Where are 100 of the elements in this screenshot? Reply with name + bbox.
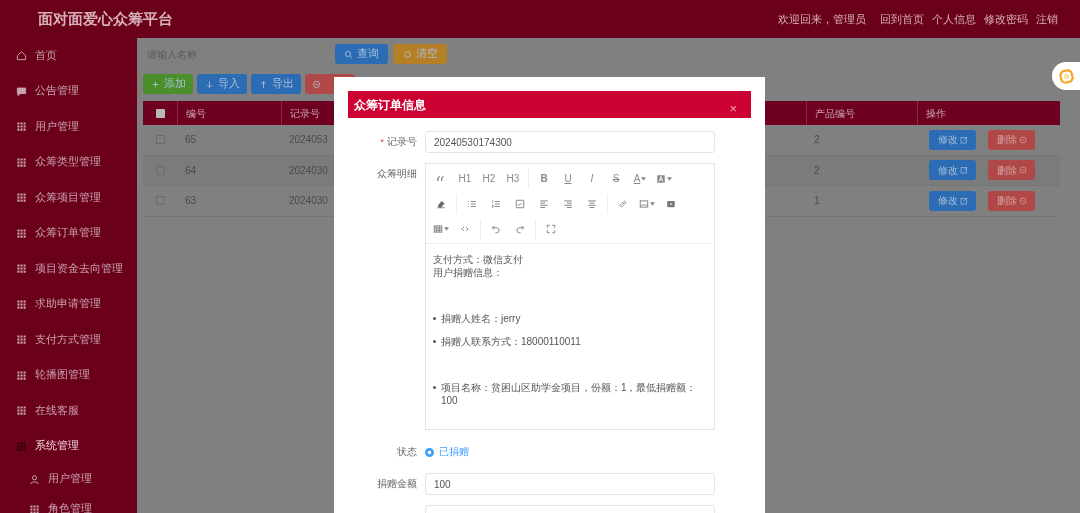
grid-icon — [16, 263, 27, 275]
list-item-text: 捐赠人姓名：jerry — [441, 312, 521, 325]
radio-option[interactable]: 已捐赠 — [425, 441, 469, 463]
add-button[interactable]: 添加 — [143, 74, 193, 94]
column-header: 记录号 — [290, 106, 320, 121]
bullet-icon — [433, 340, 436, 343]
floating-widget-button[interactable] — [1052, 62, 1080, 90]
user-icon — [29, 473, 40, 485]
minus-circle-icon — [1018, 166, 1027, 175]
caret-icon — [650, 201, 655, 206]
grid-icon — [16, 334, 27, 346]
edit-button[interactable]: 修改 — [929, 129, 976, 150]
list-item-text: 项目名称：贫困山区助学金项目，份额：1，最低捐赠额：100 — [440, 381, 698, 407]
quote-icon — [436, 173, 446, 184]
video-icon — [666, 198, 676, 209]
search-icon — [344, 49, 353, 59]
toolbar-button[interactable]: U — [556, 168, 580, 189]
sidebar-subitem[interactable]: 角色管理 — [0, 494, 137, 513]
grid-icon — [16, 405, 27, 417]
delete-button[interactable]: 删除 — [988, 190, 1035, 211]
close-button[interactable]: × — [729, 98, 737, 119]
eraser-icon — [436, 198, 446, 209]
query-button[interactable]: 查询 — [335, 44, 388, 64]
sidebar-item[interactable]: 在线客服 — [0, 393, 137, 429]
sidebar-item[interactable]: 系统管理 — [0, 428, 137, 464]
toolbar-button[interactable]: H3 — [501, 168, 525, 189]
export-button[interactable]: 导出 — [251, 74, 301, 94]
fullscreen-icon — [546, 223, 556, 234]
bullet-icon — [433, 317, 436, 320]
toolbar-button[interactable]: S — [604, 168, 628, 189]
dialog-title: 众筹订单信息 — [354, 96, 426, 114]
column-header: 产品编号 — [815, 106, 855, 121]
swirl-icon — [1057, 67, 1075, 85]
sidebar-item[interactable]: 公告管理 — [0, 73, 137, 109]
minus-circle-icon — [1018, 135, 1027, 144]
delete-button[interactable]: 删除 — [988, 129, 1035, 150]
paragraph: 用户捐赠信息： — [433, 266, 504, 279]
grid-icon — [29, 503, 40, 513]
required-mark: * — [380, 134, 384, 149]
radio-checked-icon — [425, 447, 434, 457]
sidebar-item[interactable]: 项目资金去向管理 — [0, 251, 137, 287]
delete-button[interactable]: 删除 — [988, 160, 1035, 181]
sidebar-item[interactable]: 求助申请管理 — [0, 286, 137, 322]
plus-icon — [150, 79, 160, 89]
rich-text-editor[interactable]: H1 H2 H3 B U I S A 支付方式：微信支付 用户捐赠信息： 捐赠人姓名：jerry 捐赠人联系方式：18000110011 项目名称：贫困山区助学金项目，份额：1，最低捐赠额：100 — [425, 163, 715, 430]
toolbar-button[interactable]: H1 — [453, 168, 477, 189]
list-item-text: 捐赠人联系方式：18000110011 — [441, 335, 581, 348]
minus-circle-icon — [312, 79, 321, 89]
input-field[interactable]: 100 — [425, 473, 715, 495]
sidebar-subitem[interactable]: 用户管理 — [0, 464, 137, 494]
bullet-icon — [433, 386, 436, 389]
header-link[interactable]: 个人信息 — [932, 10, 976, 28]
circle-icon — [403, 49, 412, 59]
align-right-icon — [563, 198, 573, 209]
caret-icon — [667, 176, 672, 181]
grid-icon — [16, 156, 27, 168]
field-label: 状态 — [397, 444, 417, 459]
grid-icon — [16, 121, 27, 133]
checkbox-icon — [515, 198, 525, 209]
redo-icon — [515, 223, 525, 234]
align-center-icon — [587, 198, 597, 209]
sidebar-item[interactable]: 用户管理 — [0, 109, 137, 145]
caret-icon — [444, 226, 449, 231]
column-header: 编号 — [186, 106, 206, 121]
sidebar-item[interactable]: 轮播图管理 — [0, 357, 137, 393]
grid-icon — [16, 369, 27, 381]
sidebar-item[interactable]: 众筹项目管理 — [0, 180, 137, 216]
import-button[interactable]: 导入 — [197, 74, 247, 94]
toolbar-button[interactable]: A — [628, 168, 652, 189]
select-all-checkbox[interactable] — [155, 108, 165, 118]
image-icon — [639, 198, 649, 209]
edit-button[interactable]: 修改 — [929, 160, 976, 181]
toolbar-button[interactable]: H2 — [477, 168, 501, 189]
toolbar-button[interactable]: B — [532, 168, 556, 189]
chat-icon — [16, 85, 27, 97]
header-link[interactable]: 回到首页 — [880, 10, 924, 28]
sidebar-item[interactable]: 众筹订单管理 — [0, 215, 137, 251]
sidebar-item[interactable]: 支付方式管理 — [0, 322, 137, 358]
arrow-down-icon — [204, 79, 214, 89]
app-title: 面对面爱心众筹平台 — [38, 8, 173, 29]
grid-icon — [16, 440, 27, 452]
numbered-list-icon — [491, 198, 501, 209]
bullet-list-icon — [467, 198, 477, 209]
input-field[interactable]: 20240530174300 — [425, 131, 715, 153]
sidebar-item[interactable]: 首页 — [0, 38, 137, 74]
toolbar-button[interactable]: I — [580, 168, 604, 189]
field-label: 众筹明细 — [377, 167, 417, 181]
edit-button[interactable]: 修改 — [929, 190, 976, 211]
field-label: 记录号 — [387, 134, 417, 149]
undo-icon — [491, 223, 501, 234]
align-left-icon — [539, 198, 549, 209]
sidebar-item[interactable]: 众筹类型管理 — [0, 144, 137, 180]
grid-icon — [16, 298, 27, 310]
column-header: 操作 — [926, 106, 946, 121]
header-link[interactable]: 修改密码 — [984, 10, 1028, 28]
welcome-text: 欢迎回来，管理员 — [778, 11, 866, 27]
caret-icon — [641, 176, 647, 181]
edit-icon — [959, 196, 968, 205]
header-link[interactable]: 注销 — [1036, 10, 1058, 28]
edit-icon — [959, 135, 968, 144]
